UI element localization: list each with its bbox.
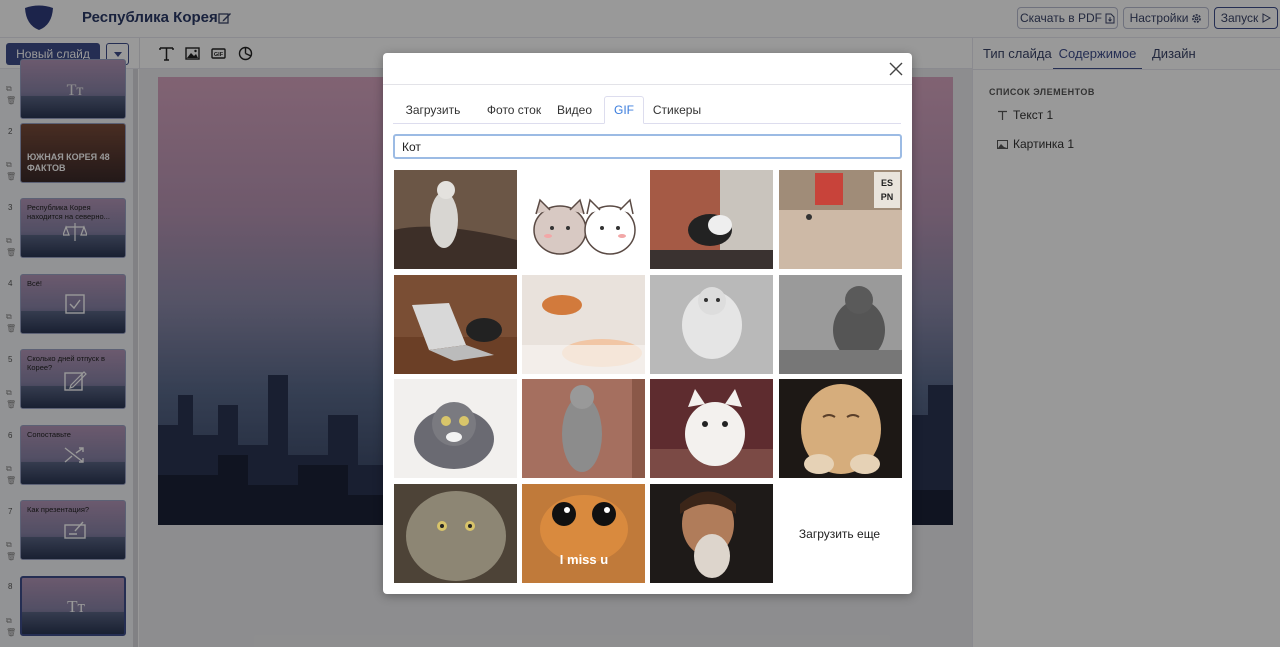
- tab-gif[interactable]: GIF: [604, 96, 644, 124]
- gif-result[interactable]: [522, 170, 645, 269]
- cat-gif-image: [650, 275, 773, 374]
- gif-result[interactable]: [779, 379, 902, 478]
- gif-result[interactable]: [650, 379, 773, 478]
- cat-gif-image: [650, 379, 773, 478]
- gif-result[interactable]: I miss u: [522, 484, 645, 583]
- gif-result[interactable]: [650, 484, 773, 583]
- modal-header: [383, 53, 912, 85]
- app-root: Республика Корея Скачать в PDF Настройки…: [0, 0, 1280, 647]
- svg-text:ES: ES: [881, 178, 893, 188]
- tab-photo-stock[interactable]: Фото сток: [476, 96, 552, 124]
- media-picker-modal: Загрузить Фото сток Видео GIF Стикеры ES…: [383, 53, 912, 594]
- cat-gif-image: ES PN: [779, 170, 902, 269]
- man-gif-image: [650, 484, 773, 583]
- tab-stickers[interactable]: Стикеры: [647, 96, 707, 124]
- gif-caption: I miss u: [560, 552, 608, 567]
- load-more-button[interactable]: Загрузить еще: [778, 484, 901, 583]
- cat-gif-image: [522, 379, 645, 478]
- media-tabs: Загрузить Фото сток Видео GIF Стикеры: [393, 96, 901, 124]
- cat-gif-image: [522, 275, 645, 374]
- close-icon[interactable]: [888, 61, 904, 77]
- gif-result[interactable]: [522, 379, 645, 478]
- gif-result[interactable]: [394, 484, 517, 583]
- cat-gif-image: [394, 379, 517, 478]
- gif-result[interactable]: [650, 275, 773, 374]
- cat-gif-image: [779, 379, 902, 478]
- cat-gif-image: [779, 275, 902, 374]
- cat-gif-image: [394, 484, 517, 583]
- gif-result[interactable]: [522, 275, 645, 374]
- gif-result[interactable]: ES PN: [779, 170, 902, 269]
- puss-in-boots-gif-image: I miss u: [522, 484, 645, 583]
- gif-result[interactable]: [394, 275, 517, 374]
- gif-result[interactable]: [779, 275, 902, 374]
- cat-gif-image: [394, 170, 517, 269]
- gif-search-input[interactable]: [393, 134, 902, 159]
- gif-result[interactable]: [394, 379, 517, 478]
- cat-laptop-gif-image: [394, 275, 517, 374]
- tab-upload[interactable]: Загрузить: [393, 96, 473, 124]
- cat-gif-image: [650, 170, 773, 269]
- gif-result[interactable]: [650, 170, 773, 269]
- gif-result[interactable]: [394, 170, 517, 269]
- tab-video[interactable]: Видео: [551, 96, 598, 124]
- cartoon-cats-gif-image: [522, 170, 645, 269]
- svg-text:PN: PN: [881, 192, 894, 202]
